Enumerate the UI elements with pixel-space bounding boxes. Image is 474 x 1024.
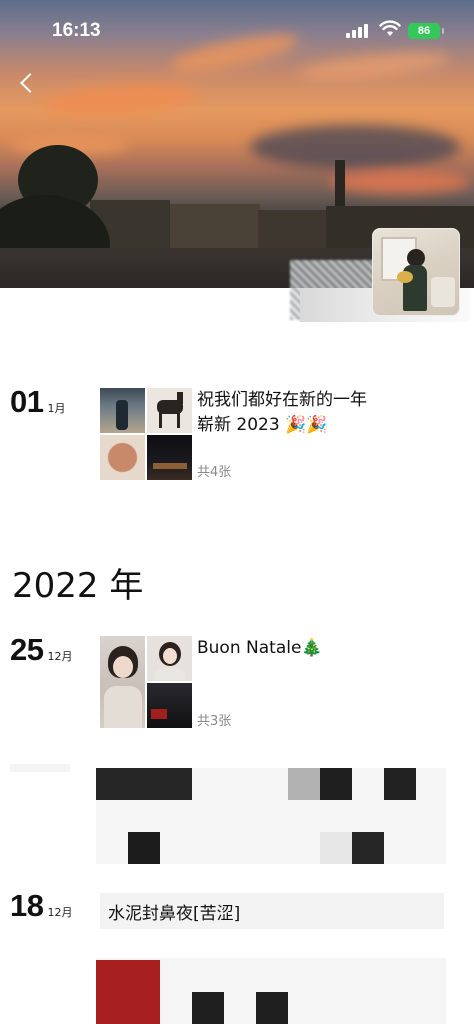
battery-icon: 86	[408, 23, 444, 39]
photo-thumbnail[interactable]	[147, 435, 192, 480]
post-month: 1月	[47, 402, 66, 415]
photo-thumbnail[interactable]	[147, 636, 192, 681]
post-month: 12月	[47, 906, 73, 919]
cellular-signal-icon	[346, 24, 370, 38]
photo-thumbnail[interactable]	[100, 388, 145, 433]
pixelated-region	[0, 760, 474, 870]
pixelated-region	[96, 958, 446, 1024]
text-post[interactable]: 水泥封鼻夜[苦涩]	[100, 893, 444, 929]
post-day: 01	[10, 384, 44, 419]
photo-thumbnail[interactable]	[100, 636, 145, 728]
post-date: 18 12月	[10, 888, 72, 924]
cloud	[299, 47, 451, 85]
photo-thumbnail[interactable]	[147, 683, 192, 728]
wifi-icon	[379, 20, 401, 36]
post-text: 水泥封鼻夜[苦涩]	[108, 904, 241, 924]
photo-count: 共4张	[197, 465, 232, 480]
post-text[interactable]: 祝我们都好在新的一年 崭新 2023 🎉🎉	[197, 388, 367, 438]
status-time: 16:13	[52, 20, 101, 41]
post-day: 18	[10, 888, 44, 923]
post-day: 25	[10, 632, 44, 667]
photo-grid[interactable]	[100, 388, 192, 480]
avatar[interactable]	[372, 228, 460, 316]
post-text-line: 祝我们都好在新的一年	[197, 390, 367, 410]
post-date: 01 1月	[10, 384, 65, 420]
photo-count: 共3张	[197, 714, 232, 729]
post-text-line: Buon Natale🎄	[197, 638, 323, 658]
back-button[interactable]	[12, 66, 42, 100]
photo-thumbnail[interactable]	[100, 435, 145, 480]
year-header: 2022 年	[12, 566, 144, 606]
photo-thumbnail[interactable]	[147, 388, 192, 433]
post-month: 12月	[47, 650, 73, 663]
post-text-line: 崭新 2023 🎉🎉	[197, 415, 328, 435]
post-date: 25 12月	[10, 632, 72, 668]
cloud	[168, 26, 302, 80]
photo-grid[interactable]	[100, 636, 192, 728]
post-text[interactable]: Buon Natale🎄	[197, 636, 323, 661]
chevron-left-icon	[20, 73, 40, 93]
cloud	[39, 79, 201, 121]
